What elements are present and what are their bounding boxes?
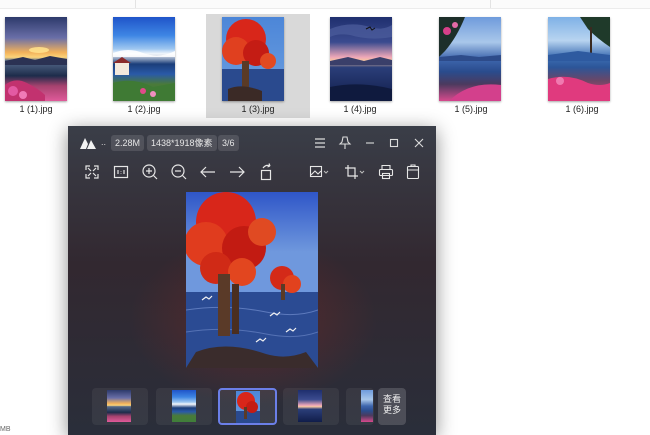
filmstrip-thumb[interactable] <box>283 388 339 425</box>
fullscreen-icon <box>85 165 99 179</box>
close-button[interactable] <box>410 134 428 152</box>
rotate-icon <box>260 163 272 181</box>
file-item[interactable]: 1 (6).jpg <box>530 14 634 118</box>
file-item[interactable]: 1 (2).jpg <box>92 14 196 118</box>
image-viewer-window[interactable]: .. 2.28M 1438*1918像素 3/6 查看 更多 <box>68 126 436 435</box>
file-item-selected[interactable]: 1 (3).jpg <box>206 14 310 118</box>
delete-button[interactable] <box>403 162 423 182</box>
toolbar-divider <box>490 0 491 8</box>
file-name: 1 (1).jpg <box>19 104 53 114</box>
filmstrip-thumb[interactable] <box>346 388 374 425</box>
next-arrow-icon <box>230 166 245 178</box>
toolbar-divider <box>135 0 136 8</box>
viewer-toolbar <box>68 158 436 186</box>
previous-arrow-icon <box>200 166 215 178</box>
image-edit-icon <box>309 165 329 178</box>
minimize-icon <box>366 142 374 144</box>
file-thumbnail <box>5 17 67 101</box>
maximize-button[interactable] <box>385 134 403 152</box>
see-more-label-line1: 查看 <box>382 394 401 404</box>
maximize-icon <box>389 138 399 148</box>
file-name-truncated: .. <box>101 137 107 147</box>
file-item[interactable]: 1 (1).jpg <box>0 14 88 118</box>
file-name: 1 (3).jpg <box>241 104 275 114</box>
dimensions-badge: 1438*1918像素 <box>147 135 217 151</box>
file-name: 1 (5).jpg <box>454 104 488 114</box>
file-name: 1 (2).jpg <box>127 104 161 114</box>
file-name: 1 (4).jpg <box>343 104 377 114</box>
print-icon <box>378 164 394 180</box>
filmstrip-thumb-current[interactable] <box>218 388 277 425</box>
pin-button[interactable] <box>336 134 354 152</box>
viewer-titlebar[interactable]: .. 2.28M 1438*1918像素 3/6 <box>68 126 436 158</box>
file-size-badge: 2.28M <box>111 135 145 151</box>
zoom-in-button[interactable] <box>140 162 160 182</box>
file-thumbnail <box>548 17 610 101</box>
app-logo-icon <box>80 138 96 149</box>
minimize-button[interactable] <box>361 134 379 152</box>
filmstrip-thumb[interactable] <box>156 388 212 425</box>
actual-size-button[interactable] <box>111 162 131 182</box>
status-bar-text: MB <box>0 426 11 433</box>
menu-button[interactable] <box>311 134 329 152</box>
menu-icon <box>315 138 325 148</box>
file-name: 1 (6).jpg <box>565 104 599 114</box>
previous-image-button[interactable] <box>198 162 218 182</box>
zoom-out-button[interactable] <box>169 162 189 182</box>
file-thumbnail <box>439 17 501 101</box>
file-thumbnail <box>330 17 392 101</box>
filmstrip-thumb[interactable] <box>92 388 148 425</box>
pin-icon <box>338 136 352 149</box>
close-icon <box>414 138 424 148</box>
image-position-badge: 3/6 <box>218 135 239 151</box>
file-item[interactable]: 1 (4).jpg <box>308 14 412 118</box>
image-edit-dropdown[interactable] <box>307 162 331 182</box>
actual-size-icon <box>113 165 129 179</box>
filmstrip-image <box>107 390 131 422</box>
print-button[interactable] <box>376 162 396 182</box>
main-image-preview[interactable] <box>186 192 318 368</box>
filmstrip-image <box>236 391 260 423</box>
see-more-button[interactable]: 查看 更多 <box>378 388 406 425</box>
filmstrip-image <box>172 390 196 422</box>
delete-icon <box>406 164 420 180</box>
zoom-in-icon <box>142 164 158 180</box>
see-more-label-line2: 更多 <box>382 405 401 415</box>
zoom-out-icon <box>171 164 187 180</box>
next-image-button[interactable] <box>227 162 247 182</box>
file-thumbnail <box>222 17 284 101</box>
filmstrip-image <box>361 390 373 422</box>
file-thumbnail <box>113 17 175 101</box>
filmstrip-image <box>298 390 322 422</box>
file-item[interactable]: 1 (5).jpg <box>419 14 523 118</box>
rotate-button[interactable] <box>256 162 276 182</box>
crop-dropdown[interactable] <box>342 162 366 182</box>
explorer-toolbar-strip <box>0 0 650 9</box>
fullscreen-button[interactable] <box>82 162 102 182</box>
crop-icon <box>345 165 365 179</box>
